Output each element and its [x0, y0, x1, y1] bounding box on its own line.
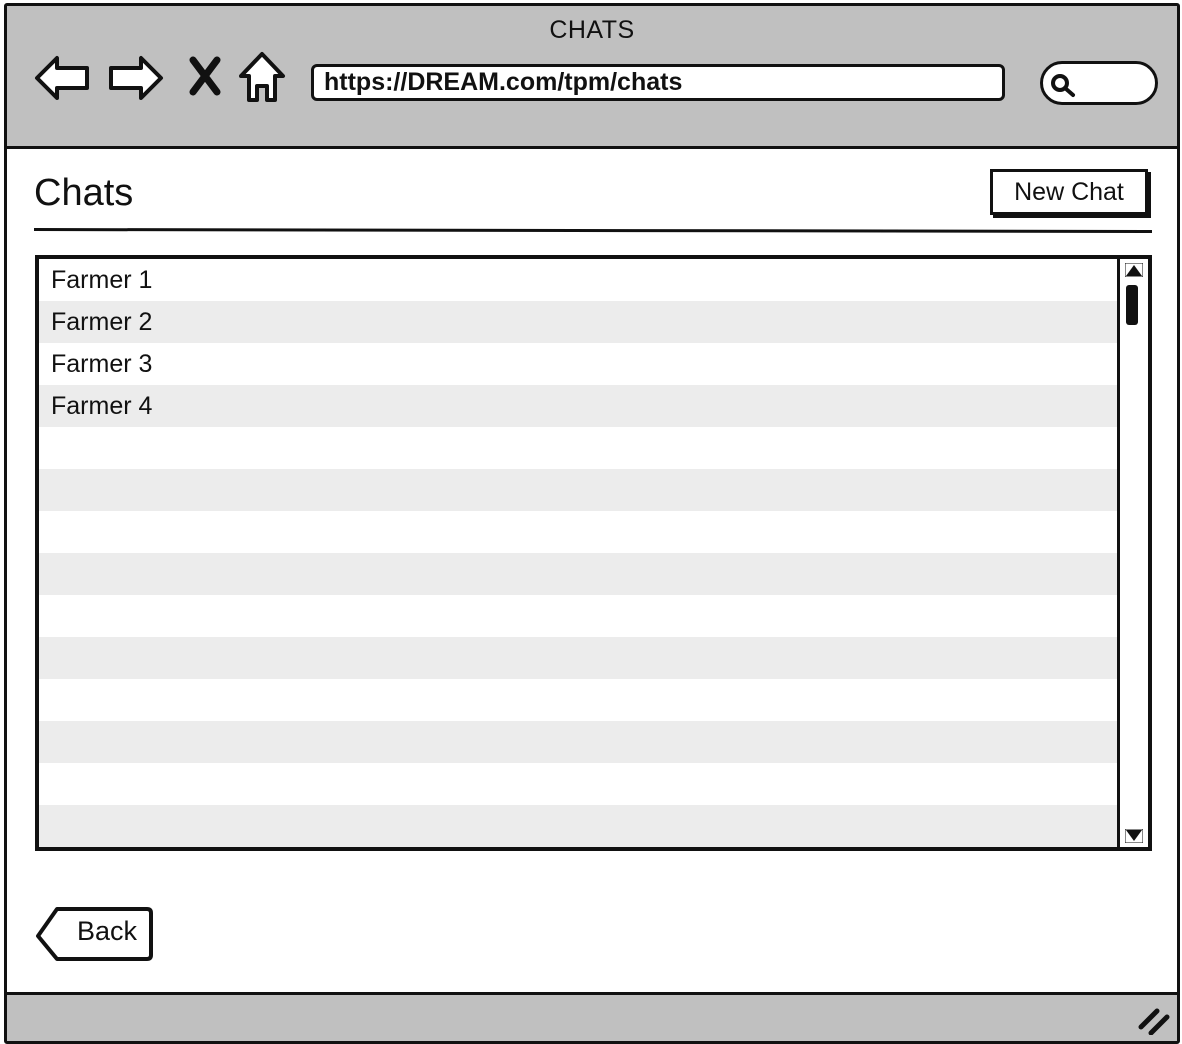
scrollbar-thumb[interactable] [1126, 285, 1138, 325]
browser-search-input[interactable] [1040, 61, 1158, 105]
browser-window: CHATS https://DREAM.com/tpm/chats Chats … [4, 3, 1180, 1044]
back-arrow-icon[interactable] [33, 54, 91, 102]
chat-list-item[interactable]: Farmer 3 [39, 343, 1117, 385]
scroll-down-icon[interactable] [1125, 829, 1143, 843]
scroll-up-icon[interactable] [1125, 263, 1143, 277]
resize-grip-icon[interactable] [1137, 1007, 1171, 1035]
scrollbar[interactable] [1117, 259, 1148, 847]
chat-list-item[interactable] [39, 469, 1117, 511]
chat-list-item[interactable]: Farmer 4 [39, 385, 1117, 427]
chat-list[interactable]: Farmer 1 Farmer 2 Farmer 3 Farmer 4 [35, 255, 1152, 851]
back-button-label: Back [77, 916, 138, 946]
new-chat-button[interactable]: New Chat [990, 169, 1148, 215]
chat-list-item[interactable]: Farmer 1 [39, 259, 1117, 301]
title-divider [33, 228, 1153, 233]
chat-list-item[interactable] [39, 763, 1117, 805]
page-title: Chats [34, 172, 134, 214]
chat-list-item[interactable] [39, 679, 1117, 721]
chat-list-item[interactable] [39, 595, 1117, 637]
chat-list-rows: Farmer 1 Farmer 2 Farmer 3 Farmer 4 [39, 259, 1117, 847]
window-title: CHATS [549, 16, 635, 44]
chat-list-item[interactable] [39, 721, 1117, 763]
search-icon [1051, 74, 1075, 97]
chat-list-item[interactable] [39, 511, 1117, 553]
status-bar [7, 992, 1177, 1041]
home-icon[interactable] [237, 50, 287, 104]
browser-titlebar: CHATS https://DREAM.com/tpm/chats [7, 6, 1177, 149]
chat-list-item[interactable] [39, 427, 1117, 469]
url-input[interactable]: https://DREAM.com/tpm/chats [311, 64, 1005, 101]
chat-list-item[interactable] [39, 805, 1117, 847]
chat-list-item[interactable]: Farmer 2 [39, 301, 1117, 343]
chat-list-item[interactable] [39, 553, 1117, 595]
forward-arrow-icon[interactable] [107, 54, 165, 102]
close-icon[interactable] [187, 56, 223, 96]
chat-list-item[interactable] [39, 637, 1117, 679]
